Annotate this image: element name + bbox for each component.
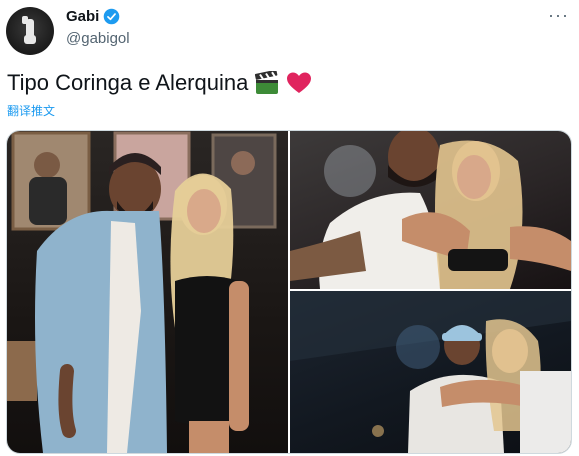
display-name[interactable]: Gabi [66, 8, 99, 25]
photo-couple-portrait[interactable] [7, 131, 288, 453]
tweet-body: Tipo Coringa e Alerquina [7, 70, 249, 95]
photo-couple-embrace-image [290, 131, 571, 289]
more-options-icon[interactable]: ··· [548, 6, 569, 24]
handle[interactable]: @gabigol [66, 30, 130, 47]
translate-tweet-link[interactable]: 翻译推文 [7, 102, 55, 119]
photo-couple-party-image [290, 291, 571, 453]
red-heart-emoji [287, 72, 312, 93]
tweet-text: Tipo Coringa e Alerquina [7, 70, 312, 96]
avatar[interactable] [6, 7, 54, 55]
photo-couple-party[interactable] [290, 291, 571, 453]
avatar-image [22, 16, 36, 44]
verified-badge-icon [104, 8, 120, 25]
photo-couple-portrait-image [7, 131, 277, 453]
media-grid [6, 130, 572, 454]
photo-couple-embrace[interactable] [290, 131, 571, 289]
clapper-board-emoji [255, 71, 279, 94]
